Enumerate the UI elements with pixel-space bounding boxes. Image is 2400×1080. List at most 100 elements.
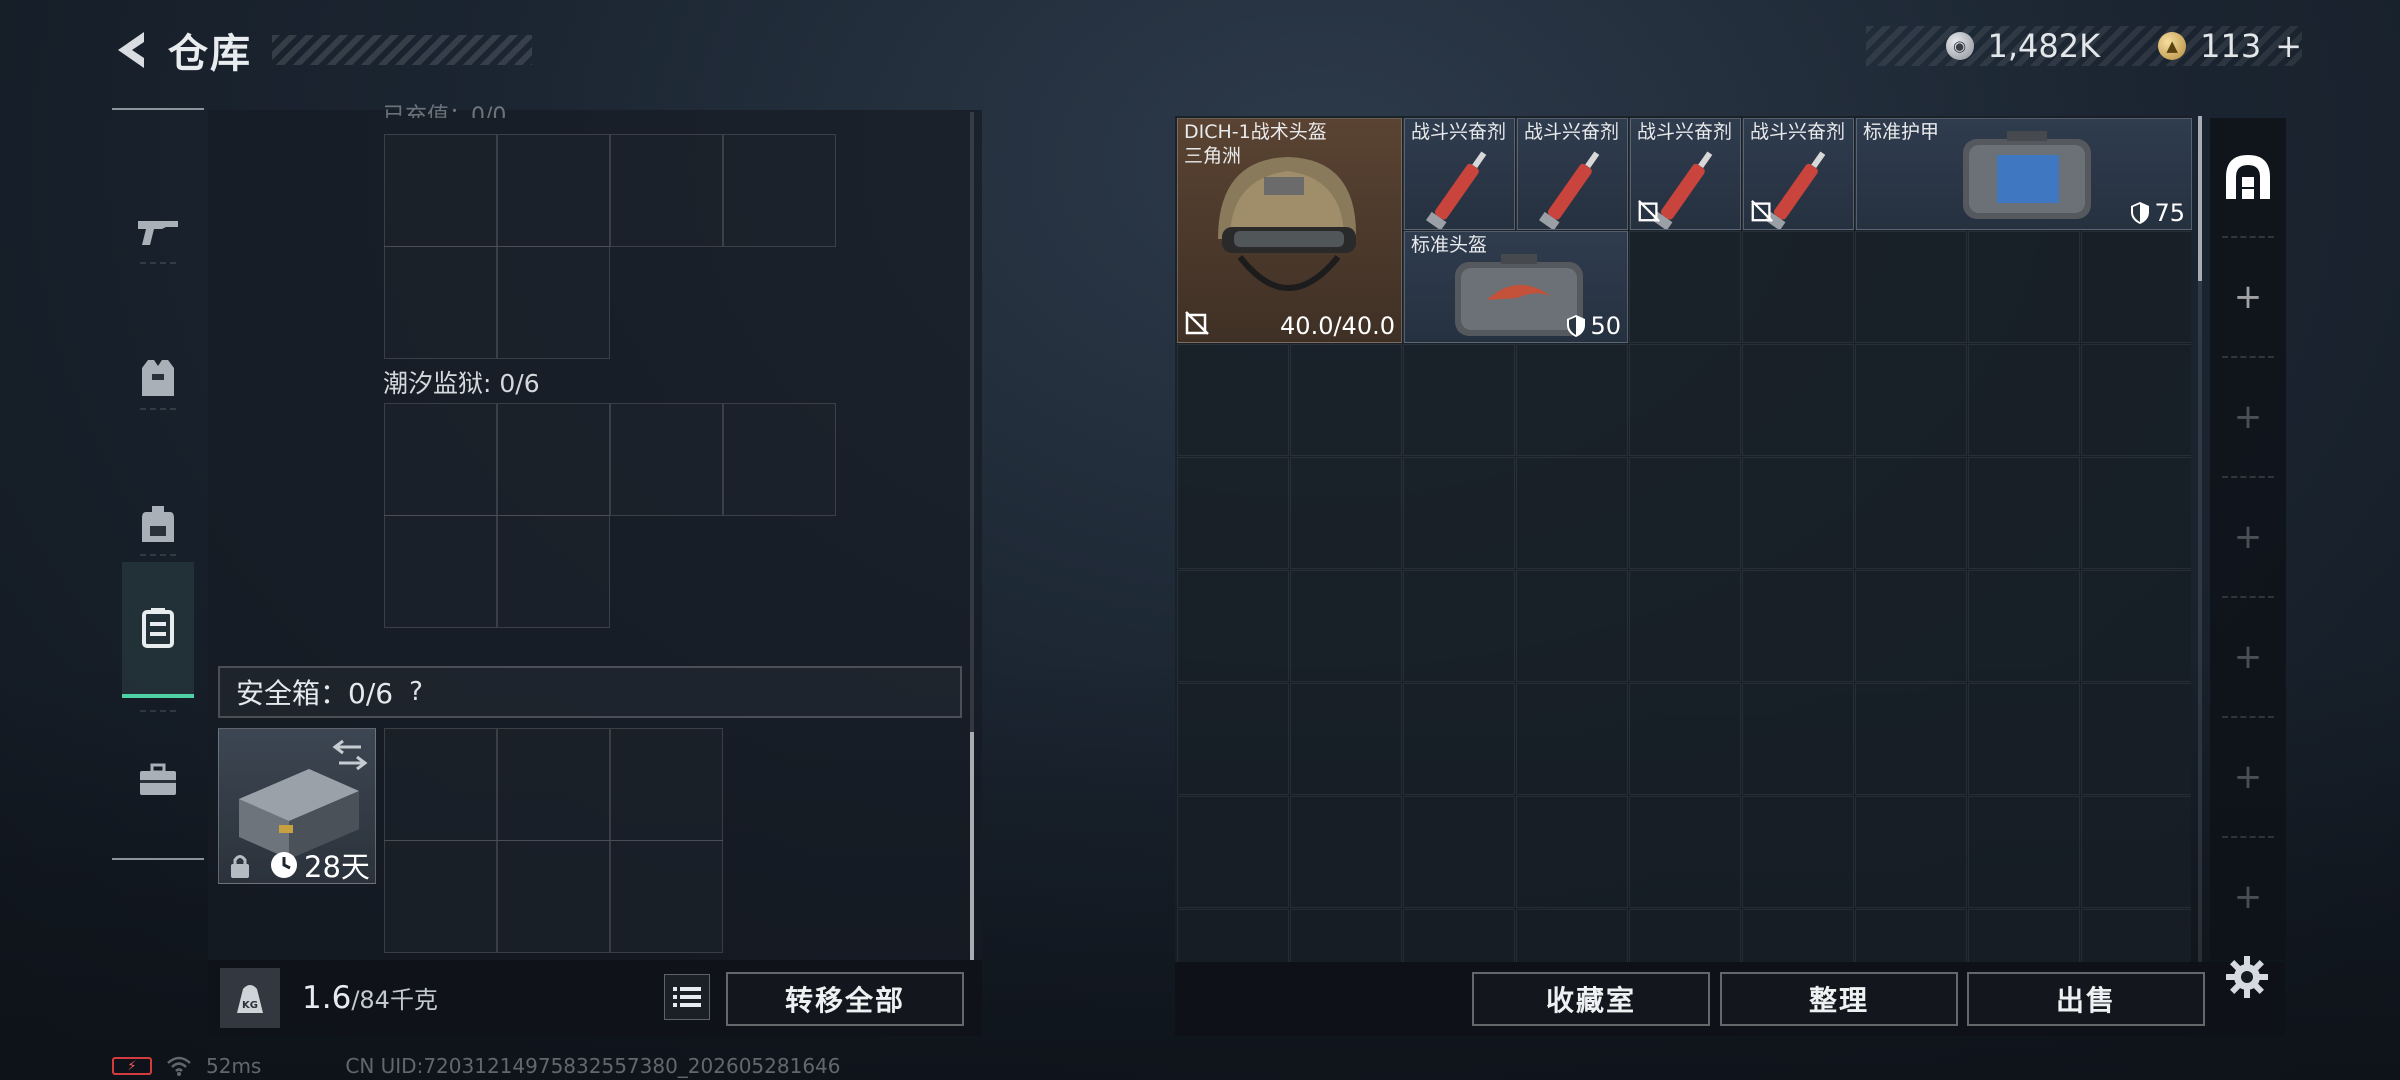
back-arrow-icon[interactable] [110, 28, 154, 72]
stash-grid-slot[interactable] [1742, 457, 1854, 569]
stash-grid-slot[interactable] [1968, 796, 2080, 908]
grid-slot[interactable] [497, 515, 610, 628]
grid-slot[interactable] [384, 246, 497, 359]
grid-slot[interactable] [610, 840, 723, 953]
transfer-all-button[interactable]: 转移全部 [726, 972, 964, 1026]
stash-grid-slot[interactable] [1177, 457, 1289, 569]
stash-grid-slot[interactable] [1290, 457, 1402, 569]
stash-grid-slot[interactable] [1516, 457, 1628, 569]
stash-scrollbar-thumb[interactable] [2198, 116, 2202, 281]
stash-grid-slot[interactable] [1516, 683, 1628, 795]
stash-grid-slot[interactable] [1403, 570, 1515, 682]
stash-grid-slot[interactable] [1290, 570, 1402, 682]
stash-grid-slot[interactable] [1403, 796, 1515, 908]
stash-grid-slot[interactable] [1629, 683, 1741, 795]
stash-grid-slot[interactable] [1177, 796, 1289, 908]
stash-grid-slot[interactable] [1177, 683, 1289, 795]
stash-grid-slot[interactable] [1403, 457, 1515, 569]
grid-slot[interactable] [723, 134, 836, 247]
stash-tab-add[interactable]: + [2212, 598, 2284, 716]
nav-weapon[interactable] [122, 164, 194, 300]
stash-grid-slot[interactable] [2081, 796, 2191, 908]
grid-slot[interactable] [497, 728, 610, 841]
stash-item-stimulant[interactable]: 战斗兴奋剂 [1517, 118, 1628, 230]
stash-grid-slot[interactable] [1855, 796, 1967, 908]
grid-slot[interactable] [384, 840, 497, 953]
stash-grid-slot[interactable] [1968, 457, 2080, 569]
grid-slot[interactable] [384, 515, 497, 628]
grid-slot[interactable] [497, 134, 610, 247]
grid-slot[interactable] [384, 403, 497, 516]
stash-grid-slot[interactable] [1403, 909, 1515, 962]
stash-grid-slot[interactable] [1855, 457, 1967, 569]
stash-grid-slot[interactable] [1855, 683, 1967, 795]
stash-grid-slot[interactable] [1290, 909, 1402, 962]
stash-grid-slot[interactable] [1403, 683, 1515, 795]
nav-container[interactable] [122, 562, 194, 698]
organize-button[interactable]: 整理 [1720, 972, 1958, 1026]
grid-slot[interactable] [497, 403, 610, 516]
stash-grid-slot[interactable] [2081, 570, 2191, 682]
stash-grid-slot[interactable] [1177, 570, 1289, 682]
grid-slot[interactable] [384, 134, 497, 247]
stash-grid-slot[interactable] [1629, 796, 1741, 908]
stash-grid-slot[interactable] [1516, 570, 1628, 682]
stash-grid-slot[interactable] [1177, 909, 1289, 962]
stash-grid-slot[interactable] [1629, 909, 1741, 962]
stash-item-stimulant[interactable]: 战斗兴奋剂 [1743, 118, 1854, 230]
grid-slot[interactable] [610, 728, 723, 841]
stash-grid-slot[interactable] [1968, 570, 2080, 682]
stash-tab-add[interactable]: + [2212, 478, 2284, 596]
stash-grid-slot[interactable] [1290, 796, 1402, 908]
grid-slot[interactable] [384, 728, 497, 841]
stash-tab-add[interactable]: + [2212, 238, 2284, 356]
loadout-scrollbar-thumb[interactable] [970, 732, 974, 960]
stash-tab-main[interactable] [2212, 118, 2284, 236]
stash-grid-slot[interactable] [1290, 344, 1402, 456]
stash-grid-slot[interactable] [1629, 457, 1741, 569]
stash-grid-slot[interactable] [1742, 683, 1854, 795]
grid-slot[interactable] [610, 403, 723, 516]
stash-item-standard-armor[interactable]: 标准护甲 75 [1856, 118, 2192, 230]
nav-toolbox[interactable] [122, 712, 194, 848]
stash-grid-slot[interactable] [1742, 796, 1854, 908]
stash-grid-slot[interactable] [1629, 344, 1741, 456]
grid-slot[interactable] [610, 134, 723, 247]
stash-item-standard-helmet[interactable]: 标准头盔 50 [1404, 231, 1628, 343]
stash-grid-slot[interactable] [1855, 344, 1967, 456]
stash-item-helmet-dich1[interactable]: DICH-1战术头盔 三角洲 40.0/40.0 [1177, 118, 1402, 343]
stash-grid-slot[interactable] [1968, 344, 2080, 456]
stash-grid-slot[interactable] [1855, 231, 1967, 343]
stash-grid-slot[interactable] [2081, 344, 2191, 456]
stash-grid-slot[interactable] [1742, 570, 1854, 682]
help-icon[interactable]: ? [409, 677, 423, 707]
stash-grid-slot[interactable] [1968, 683, 2080, 795]
stash-grid-slot[interactable] [2081, 909, 2191, 962]
stash-tab-add[interactable]: + [2212, 718, 2284, 836]
collection-room-button[interactable]: 收藏室 [1472, 972, 1710, 1026]
nav-armor[interactable] [122, 310, 194, 446]
stash-grid-slot[interactable] [1177, 344, 1289, 456]
stash-grid-slot[interactable] [2081, 457, 2191, 569]
add-currency-button[interactable]: + [2275, 27, 2302, 65]
grid-slot[interactable] [497, 246, 610, 359]
stash-grid-slot[interactable] [1855, 570, 1967, 682]
settings-gear-icon[interactable] [2222, 952, 2272, 1002]
stash-tab-add[interactable]: + [2212, 358, 2284, 476]
stash-grid-slot[interactable] [1855, 909, 1967, 962]
list-view-button[interactable] [664, 974, 710, 1020]
stash-grid-slot[interactable] [1742, 909, 1854, 962]
stash-grid-slot[interactable] [1629, 231, 1741, 343]
stash-grid-slot[interactable] [2081, 683, 2191, 795]
stash-grid-slot[interactable] [1516, 344, 1628, 456]
stash-grid-slot[interactable] [1629, 570, 1741, 682]
stash-grid-slot[interactable] [1742, 344, 1854, 456]
stash-grid-slot[interactable] [1403, 344, 1515, 456]
stash-grid-slot[interactable] [1742, 231, 1854, 343]
stash-tab-add[interactable]: + [2212, 838, 2284, 956]
grid-slot[interactable] [723, 403, 836, 516]
stash-grid-slot[interactable] [1516, 909, 1628, 962]
stash-grid-slot[interactable] [1290, 683, 1402, 795]
stash-grid-slot[interactable] [2081, 231, 2191, 343]
stash-item-stimulant[interactable]: 战斗兴奋剂 [1404, 118, 1515, 230]
